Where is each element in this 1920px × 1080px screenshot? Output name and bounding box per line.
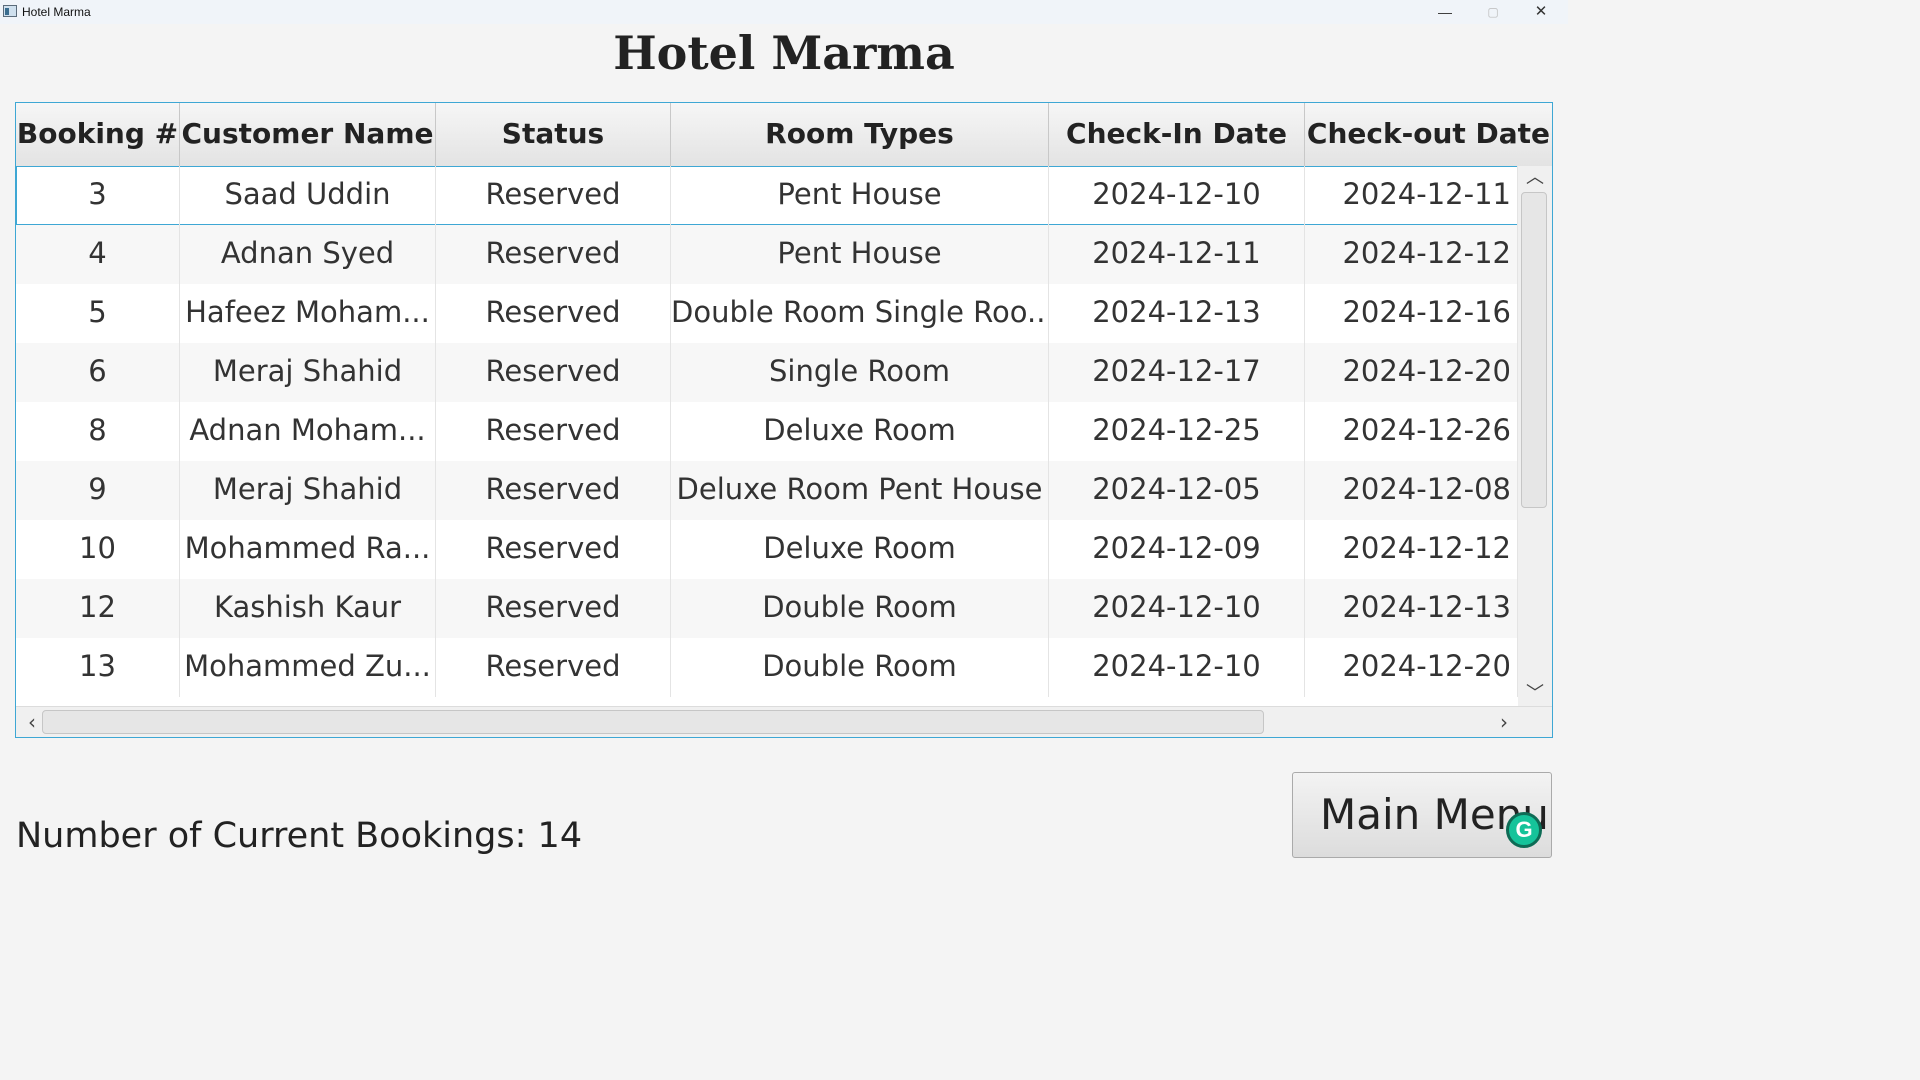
cell-booking-number: 5 <box>16 284 180 343</box>
cell-booking-number: 6 <box>16 343 180 402</box>
cell-check-in-date: 2024-12-10 <box>1049 579 1305 638</box>
cell-booking-number: 10 <box>16 520 180 579</box>
table-row[interactable]: 12 Kashish Kaur Reserved Double Room 2024-12… <box>16 579 1518 638</box>
cell-check-in-date: 2024-12-13 <box>1049 284 1305 343</box>
cell-booking-number: 8 <box>16 402 180 461</box>
cell-customer-name: Mohammed Zu... <box>180 638 436 697</box>
column-header-room-types[interactable]: Room Types <box>671 103 1049 166</box>
cell-status: Reserved <box>436 520 671 579</box>
maximize-button[interactable]: ▢ <box>1470 0 1516 24</box>
table-row[interactable]: 5 Hafeez Moham... Reserved Double Room Sing… <box>16 284 1518 343</box>
table-row[interactable]: 4 Adnan Syed Reserved Pent House 2024-12-11 2… <box>16 225 1518 284</box>
cell-room-types: Pent House <box>671 225 1049 284</box>
horizontal-scrollbar[interactable]: ‹ › <box>16 706 1552 737</box>
table-row[interactable]: 9 Meraj Shahid Reserved Deluxe Room Pent Ho… <box>16 461 1518 520</box>
cell-booking-number: 13 <box>16 638 180 697</box>
close-button[interactable]: ✕ <box>1518 0 1564 24</box>
table-row[interactable]: 8 Adnan Moham... Reserved Deluxe Room 2024-1… <box>16 402 1518 461</box>
cell-status: Reserved <box>436 579 671 638</box>
cell-status: Reserved <box>436 461 671 520</box>
cell-booking-number: 4 <box>16 225 180 284</box>
cell-customer-name: Kashish Kaur <box>180 579 436 638</box>
cell-status: Reserved <box>436 638 671 697</box>
cell-room-types: Single Room <box>671 343 1049 402</box>
window-title: Hotel Marma <box>22 5 91 19</box>
cell-customer-name: Hafeez Moham... <box>180 284 436 343</box>
cell-status: Reserved <box>436 343 671 402</box>
cell-room-types: Double Room <box>671 638 1049 697</box>
column-header-customer-name[interactable]: Customer Name <box>180 103 436 166</box>
current-bookings-count: Number of Current Bookings: 14 <box>16 816 583 856</box>
page-title: Hotel Marma <box>613 26 955 80</box>
cell-customer-name: Meraj Shahid <box>180 461 436 520</box>
cell-check-in-date: 2024-12-17 <box>1049 343 1305 402</box>
cell-check-out-date: 2024-12-11 <box>1305 166 1518 225</box>
vertical-scrollbar[interactable]: ︿ ﹀ <box>1518 166 1552 706</box>
cell-room-types: Deluxe Room <box>671 520 1049 579</box>
vertical-scroll-thumb[interactable] <box>1521 192 1547 508</box>
cell-customer-name: Meraj Shahid <box>180 343 436 402</box>
app-icon <box>3 5 17 17</box>
chevron-up-icon[interactable]: ︿ <box>1518 166 1552 190</box>
cell-status: Reserved <box>436 284 671 343</box>
cell-customer-name: Adnan Moham... <box>180 402 436 461</box>
cell-check-out-date: 2024-12-08 <box>1305 461 1518 520</box>
table-body: 3 Saad Uddin Reserved Pent House 2024-12-10 2… <box>16 166 1518 706</box>
cell-booking-number: 3 <box>16 166 180 225</box>
chevron-left-icon[interactable]: ‹ <box>20 707 44 737</box>
cell-room-types: Double Room Single Roo... <box>671 284 1049 343</box>
cell-check-out-date: 2024-12-20 <box>1305 343 1518 402</box>
cell-customer-name: Adnan Syed <box>180 225 436 284</box>
cell-status: Reserved <box>436 225 671 284</box>
cell-check-out-date: 2024-12-13 <box>1305 579 1518 638</box>
cell-booking-number: 9 <box>16 461 180 520</box>
column-header-check-out-date[interactable]: Check-out Date <box>1305 103 1552 166</box>
grammarly-icon[interactable]: G <box>1506 812 1542 848</box>
cell-check-in-date: 2024-12-05 <box>1049 461 1305 520</box>
cell-room-types: Deluxe Room <box>671 402 1049 461</box>
cell-room-types: Double Room <box>671 579 1049 638</box>
table-row[interactable]: 10 Mohammed Ra... Reserved Deluxe Room 2024-… <box>16 520 1518 579</box>
cell-customer-name: Mohammed Ra... <box>180 520 436 579</box>
column-header-check-in-date[interactable]: Check-In Date <box>1049 103 1305 166</box>
column-header-booking-number[interactable]: Booking # <box>16 103 180 166</box>
cell-check-in-date: 2024-12-25 <box>1049 402 1305 461</box>
table-header: Booking # Customer Name Status Room Type… <box>16 103 1552 167</box>
cell-check-out-date: 2024-12-26 <box>1305 402 1518 461</box>
cell-booking-number: 12 <box>16 579 180 638</box>
cell-check-in-date: 2024-12-10 <box>1049 638 1305 697</box>
chevron-right-icon[interactable]: › <box>1492 707 1516 737</box>
table-row[interactable]: 13 Mohammed Zu... Reserved Double Room 2024-… <box>16 638 1518 697</box>
cell-check-in-date: 2024-12-10 <box>1049 166 1305 225</box>
cell-check-out-date: 2024-12-16 <box>1305 284 1518 343</box>
table-row[interactable]: 3 Saad Uddin Reserved Pent House 2024-12-10 2… <box>16 166 1518 225</box>
column-header-status[interactable]: Status <box>436 103 671 166</box>
cell-room-types: Pent House <box>671 166 1049 225</box>
cell-check-out-date: 2024-12-12 <box>1305 225 1518 284</box>
cell-status: Reserved <box>436 402 671 461</box>
bookings-table[interactable]: Booking # Customer Name Status Room Type… <box>15 102 1553 738</box>
cell-check-out-date: 2024-12-20 <box>1305 638 1518 697</box>
horizontal-scroll-thumb[interactable] <box>42 710 1264 734</box>
cell-customer-name: Saad Uddin <box>180 166 436 225</box>
minimize-button[interactable]: — <box>1422 0 1468 24</box>
cell-check-out-date: 2024-12-12 <box>1305 520 1518 579</box>
chevron-down-icon[interactable]: ﹀ <box>1518 682 1552 706</box>
cell-check-in-date: 2024-12-11 <box>1049 225 1305 284</box>
cell-check-in-date: 2024-12-09 <box>1049 520 1305 579</box>
window-titlebar: Hotel Marma — ▢ ✕ <box>0 0 1568 24</box>
cell-status: Reserved <box>436 166 671 225</box>
cell-room-types: Deluxe Room Pent House <box>671 461 1049 520</box>
table-row[interactable]: 6 Meraj Shahid Reserved Single Room 2024-12-… <box>16 343 1518 402</box>
